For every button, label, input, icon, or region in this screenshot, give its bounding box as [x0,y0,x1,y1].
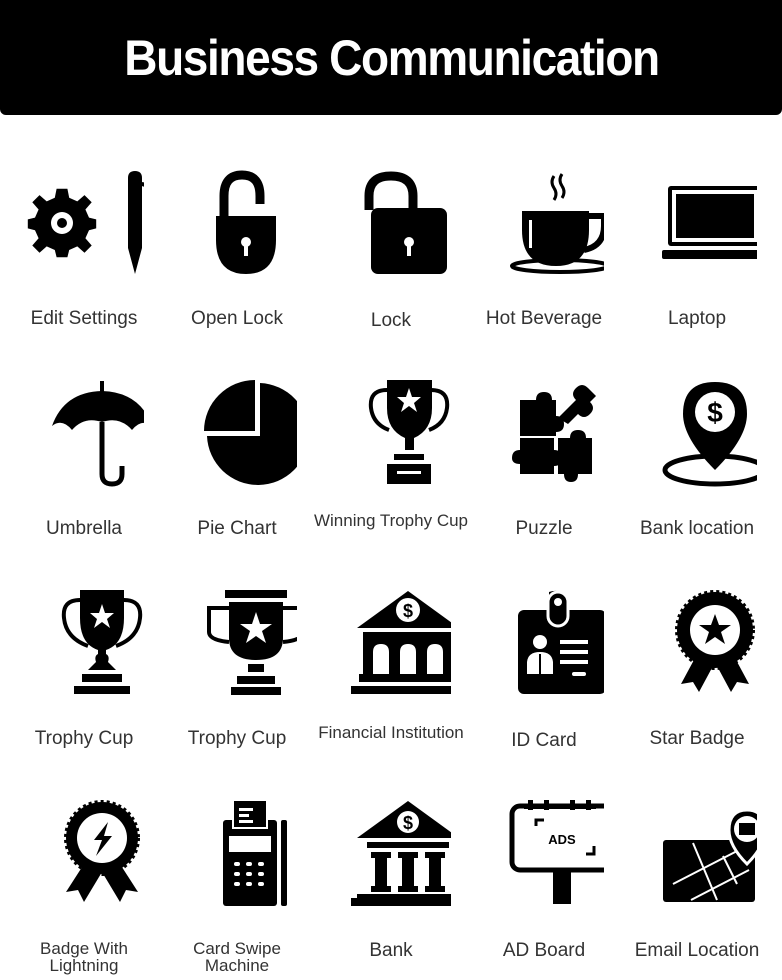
icon-label: Card Swipe Machine [193,939,281,975]
bank-location-icon: $ [662,382,757,487]
svg-text:$: $ [707,397,723,428]
umbrella-icon [52,381,144,487]
icon-cell-trophy-cup-2: Trophy Cup [159,588,315,748]
bank-icon: $ [351,801,451,906]
icon-label: Hot Beverage [485,308,603,329]
icon-label: Lock [370,310,412,331]
icon-label: Financial Institution [318,723,464,742]
icon-cell-lock: Lock [313,168,469,330]
icon-cell-financial-institution: $ Financial Institution [313,588,469,741]
icon-label: Trophy Cup [34,728,134,749]
email-location-icon [663,808,757,902]
icon-label: ID Card [511,730,577,751]
winning-trophy-cup-icon [368,380,450,484]
icon-cell-laptop: Laptop [619,168,775,328]
ad-board-text: ADS [548,832,576,847]
icon-label: AD Board [502,940,586,961]
icon-cell-card-swipe: Card Swipe Machine [159,798,315,974]
hot-beverage-icon [510,173,604,274]
pie-chart-icon [204,380,297,485]
icon-label: Email Location [634,940,760,961]
icon-label: Umbrella [45,518,123,539]
icon-cell-hot-beverage: Hot Beverage [466,168,622,328]
icon-label: Laptop [667,308,727,329]
icon-label: Trophy Cup [187,728,287,749]
icon-cell-winning-trophy: Winning Trophy Cup [313,378,469,529]
icon-cell-bank-location: $ Bank location [619,378,775,538]
icon-label: Bank [369,940,413,961]
card-swipe-machine-icon [223,799,287,906]
icon-cell-open-lock: Open Lock [159,168,315,328]
id-card-icon [518,590,604,694]
open-lock-icon [216,170,276,274]
ad-board-icon: ADS [509,800,604,904]
icon-cell-bank: $ Bank [313,798,469,960]
icon-cell-badge-lightning: Badge With Lightning [6,798,162,974]
icon-cell-ad-board: ADS AD Board [466,798,622,960]
icon-cell-id-card: ID Card [466,588,622,750]
laptop-icon [662,186,757,259]
icon-label: Winning Trophy Cup [313,511,469,530]
trophy-cup-icon [61,590,143,694]
financial-institution-icon: $ [351,591,451,694]
puzzle-icon [512,385,596,482]
star-badge-icon [675,590,755,692]
svg-text:$: $ [403,813,413,833]
icon-label: Badge With Lightning [40,939,128,975]
icon-cell-puzzle: Puzzle [466,378,622,538]
page-title: Business Communication [123,29,660,86]
icon-cell-email-location: Email Location [619,798,775,960]
icon-cell-star-badge: Star Badge [619,588,775,748]
edit-settings-icon [27,171,144,274]
icon-label: Open Lock [191,308,283,329]
icon-cell-edit-settings: Edit Settings [6,168,162,328]
badge-with-lightning-icon [64,800,140,902]
icon-label: Star Badge [649,728,745,749]
icon-label: Edit Settings [30,308,138,329]
lock-icon [364,171,447,274]
trophy-cup-2-icon [207,590,297,695]
svg-text:$: $ [403,601,413,621]
icon-label: Puzzle [515,518,573,539]
icon-label: Bank location [639,518,755,539]
icon-cell-trophy-cup: Trophy Cup [6,588,162,748]
icon-cell-pie-chart: Pie Chart [159,378,315,538]
title-banner: Business Communication [0,0,782,115]
icon-label: Pie Chart [197,518,277,539]
icon-cell-umbrella: Umbrella [6,378,162,538]
